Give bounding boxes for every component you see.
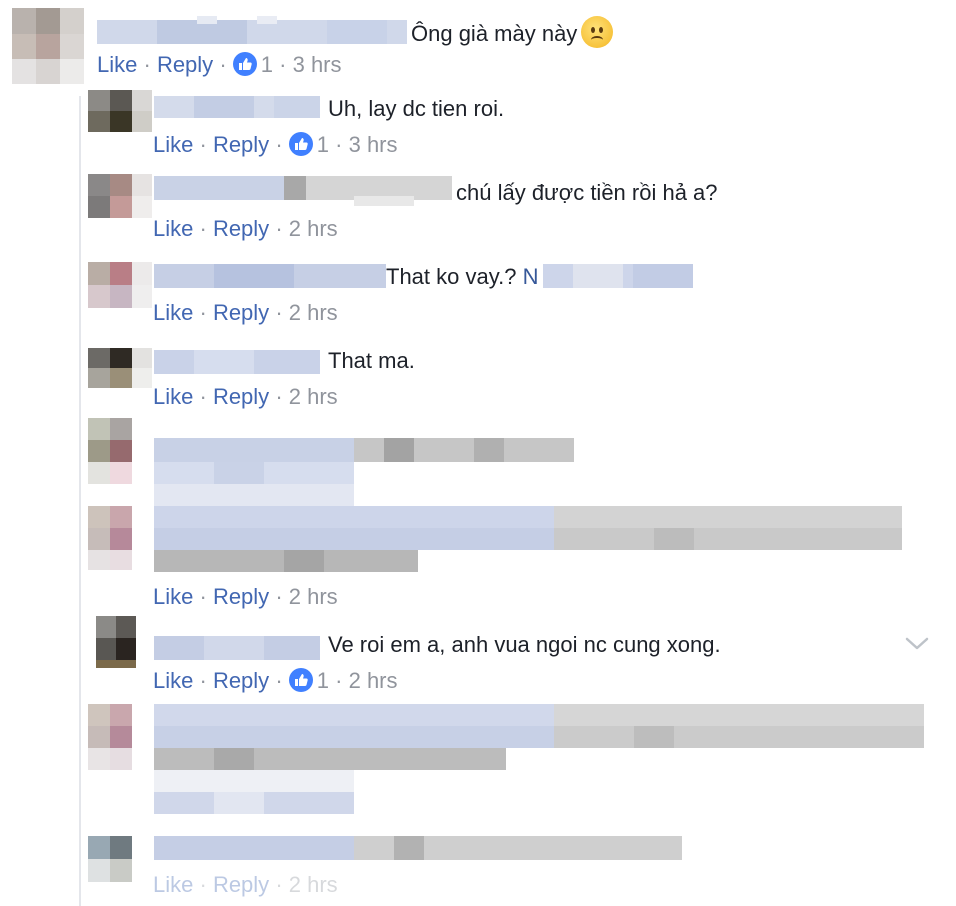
- author-name-redacted[interactable]: [97, 16, 407, 44]
- thumbs-up-icon: [288, 132, 313, 156]
- timestamp[interactable]: 2 hrs: [289, 584, 338, 609]
- author-name-redacted[interactable]: [154, 176, 452, 206]
- avatar[interactable]: [88, 704, 152, 770]
- like-link[interactable]: Like: [97, 52, 137, 77]
- comment-actions: Like · Reply · 2 hrs: [153, 872, 338, 897]
- author-name-redacted[interactable]: [154, 636, 320, 662]
- comment-actions: Like · Reply · 1 · 3 hrs: [97, 52, 342, 77]
- comment-actions: Like · Reply · 2 hrs: [153, 216, 338, 241]
- reply-link[interactable]: Reply: [157, 52, 213, 77]
- avatar[interactable]: [88, 836, 152, 882]
- comment-redacted: [154, 836, 682, 860]
- reply-link[interactable]: Reply: [213, 216, 269, 241]
- avatar[interactable]: [88, 418, 152, 484]
- comment-actions: Like · Reply · 1 · 2 hrs: [153, 668, 398, 693]
- timestamp[interactable]: 2 hrs: [289, 872, 338, 897]
- avatar[interactable]: [88, 174, 152, 218]
- comment-actions: Like · Reply · 2 hrs: [153, 300, 338, 325]
- timestamp[interactable]: 2 hrs: [289, 216, 338, 241]
- avatar[interactable]: [88, 506, 152, 570]
- avatar[interactable]: [88, 262, 152, 308]
- comment-actions: Like · Reply · 1 · 3 hrs: [153, 132, 398, 157]
- like-link[interactable]: Like: [153, 668, 193, 693]
- avatar[interactable]: [88, 90, 152, 132]
- author-name-redacted[interactable]: [154, 350, 320, 376]
- thumbs-up-icon: [288, 668, 313, 692]
- worried-face-icon: [581, 16, 614, 48]
- comment-redacted: [154, 506, 902, 572]
- reaction-count[interactable]: 1: [288, 668, 329, 693]
- timestamp[interactable]: 2 hrs: [289, 384, 338, 409]
- timestamp[interactable]: 2 hrs: [289, 300, 338, 325]
- reply-thread-line: [79, 96, 81, 906]
- reply-link[interactable]: Reply: [213, 132, 269, 157]
- timestamp[interactable]: 3 hrs: [349, 132, 398, 157]
- author-name-redacted[interactable]: [154, 264, 386, 290]
- like-link[interactable]: Like: [153, 584, 193, 609]
- reply-link[interactable]: Reply: [213, 300, 269, 325]
- reaction-count[interactable]: 1: [288, 132, 329, 157]
- avatar[interactable]: [12, 8, 84, 84]
- mention-link[interactable]: N: [523, 264, 539, 289]
- reply-link[interactable]: Reply: [213, 872, 269, 897]
- like-link[interactable]: Like: [153, 216, 193, 241]
- comment-actions: Like · Reply · 2 hrs: [153, 384, 338, 409]
- avatar[interactable]: [88, 348, 152, 388]
- comment-actions: Like · Reply · 2 hrs: [153, 584, 338, 609]
- like-link[interactable]: Like: [153, 872, 193, 897]
- like-link[interactable]: Like: [153, 384, 193, 409]
- mention-redacted[interactable]: [543, 264, 693, 290]
- comment-text: Ve roi em a, anh vua ngoi nc cung xong.: [328, 632, 721, 657]
- chevron-down-icon[interactable]: [904, 634, 930, 654]
- like-link[interactable]: Like: [153, 132, 193, 157]
- comment-text: That ko vay.? N: [386, 264, 539, 289]
- reply-link[interactable]: Reply: [213, 384, 269, 409]
- author-name-redacted[interactable]: [154, 96, 320, 122]
- comment-text: Ông già mày này: [411, 16, 614, 48]
- comment-text: That ma.: [328, 348, 415, 373]
- like-link[interactable]: Like: [153, 300, 193, 325]
- reaction-count[interactable]: 1: [232, 52, 273, 77]
- comment-redacted: [154, 438, 574, 508]
- comment-text: chú lấy được tiền rồi hả a?: [456, 180, 718, 205]
- comment-text: Uh, lay dc tien roi.: [328, 96, 505, 121]
- comment-redacted: [154, 704, 924, 816]
- avatar[interactable]: [96, 616, 152, 668]
- timestamp[interactable]: 2 hrs: [349, 668, 398, 693]
- reply-link[interactable]: Reply: [213, 668, 269, 693]
- thumbs-up-icon: [232, 52, 257, 76]
- reply-link[interactable]: Reply: [213, 584, 269, 609]
- timestamp[interactable]: 3 hrs: [293, 52, 342, 77]
